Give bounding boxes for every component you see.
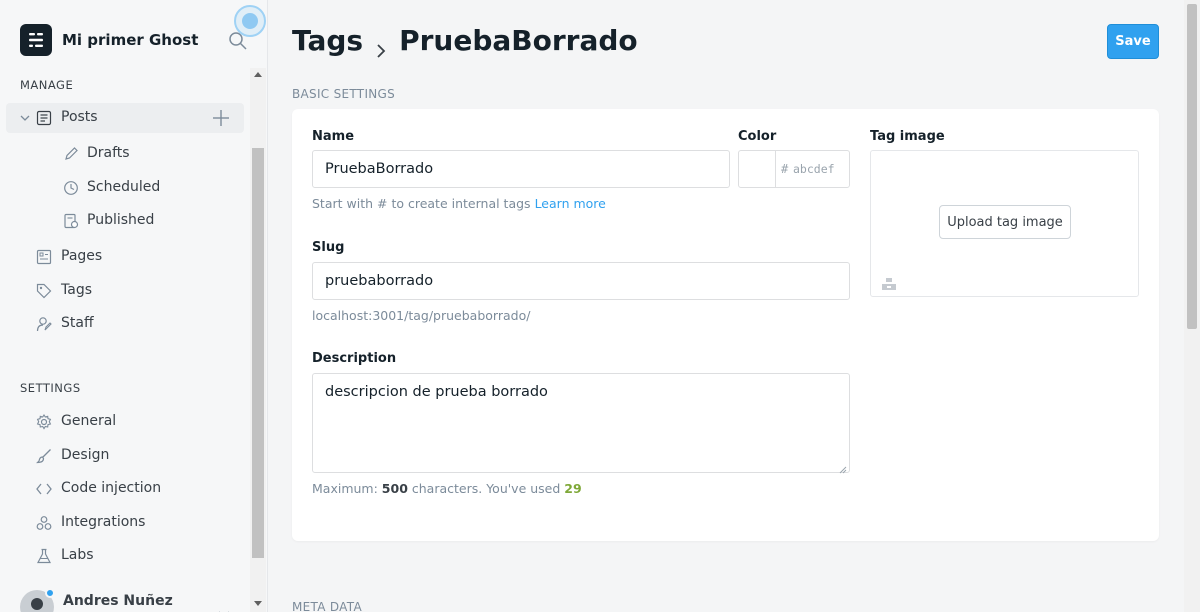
color-swatch[interactable] xyxy=(739,151,776,187)
sidebar-scrollbar[interactable] xyxy=(250,68,266,612)
user-name: Andres Nuñez xyxy=(63,593,173,609)
gear-icon xyxy=(36,413,52,430)
integrations-icon xyxy=(36,515,52,531)
slug-label: Slug xyxy=(312,240,345,255)
sidebar-item-label: Drafts xyxy=(87,145,130,161)
flask-icon xyxy=(36,548,52,564)
clock-icon xyxy=(63,180,79,196)
sidebar-item-label: Design xyxy=(61,447,110,463)
sidebar-item-label: Pages xyxy=(61,248,103,264)
code-icon xyxy=(36,481,52,497)
max-count: 500 xyxy=(381,481,408,496)
sidebar-item-label: Posts xyxy=(61,109,98,125)
pages-icon xyxy=(36,249,52,265)
notification-dot xyxy=(45,588,55,598)
chevron-down-icon[interactable] xyxy=(19,112,31,124)
description-counter: Maximum: 500 characters. You've used 29 xyxy=(312,481,582,496)
sidebar-item-label: Code injection xyxy=(61,480,162,496)
color-label: Color xyxy=(738,129,777,144)
sidebar-item-label: Scheduled xyxy=(87,179,161,195)
sidebar-item-label: Published xyxy=(87,212,155,228)
scroll-up-arrow-icon[interactable] xyxy=(254,72,262,77)
basic-settings-title: BASIC SETTINGS xyxy=(292,87,396,101)
sidebar: Mi primer Ghost MANAGE Posts Drafts Sche… xyxy=(0,0,268,612)
color-field[interactable]: # abcdef xyxy=(738,150,850,188)
max-prefix: Maximum: xyxy=(312,481,378,496)
user-menu[interactable]: Andres Nuñez xyxy=(20,588,229,612)
resize-handle-icon[interactable] xyxy=(839,462,847,474)
slug-url: localhost:3001/tag/pruebaborrado/ xyxy=(312,308,531,323)
color-input[interactable]: abcdef xyxy=(793,162,835,176)
learn-more-link[interactable]: Learn more xyxy=(535,196,606,211)
used-count: 29 xyxy=(564,481,582,496)
description-textarea[interactable]: descripcion de prueba borrado xyxy=(312,373,850,474)
breadcrumb: Tags PruebaBorrado xyxy=(292,24,638,58)
sidebar-item-label: General xyxy=(61,413,117,429)
color-hash: # xyxy=(781,162,789,176)
avatar xyxy=(20,588,55,612)
staff-icon xyxy=(36,316,52,332)
notification-pulse[interactable] xyxy=(234,5,266,37)
description-text: descripcion de prueba borrado xyxy=(325,384,548,400)
page-scrollbar[interactable] xyxy=(1184,0,1200,612)
sidebar-item-label: Labs xyxy=(61,547,94,563)
name-help-text: Start with # to create internal tags xyxy=(312,196,531,211)
name-input[interactable]: PruebaBorrado xyxy=(312,150,730,188)
settings-section-title: SETTINGS xyxy=(20,381,81,395)
upload-tag-image-button[interactable]: Upload tag image xyxy=(939,205,1071,239)
main-content: Tags PruebaBorrado Save BASIC SETTINGS N… xyxy=(268,0,1184,612)
sidebar-item-posts[interactable]: Posts xyxy=(6,103,244,133)
sidebar-item-label: Integrations xyxy=(61,514,146,530)
published-icon xyxy=(63,213,79,229)
scroll-down-arrow-icon[interactable] xyxy=(254,601,262,606)
sidebar-item-drafts[interactable]: Drafts xyxy=(6,139,244,169)
page-title: PruebaBorrado xyxy=(399,24,638,57)
description-label: Description xyxy=(312,351,397,366)
sidebar-item-staff[interactable]: Staff xyxy=(6,309,244,339)
chevron-right-icon xyxy=(373,33,389,58)
name-label: Name xyxy=(312,129,355,144)
brand[interactable]: Mi primer Ghost xyxy=(20,24,198,56)
sidebar-item-code-injection[interactable]: Code injection xyxy=(6,474,244,504)
sidebar-item-labs[interactable]: Labs xyxy=(6,541,244,571)
tag-image-label: Tag image xyxy=(870,129,945,144)
sidebar-item-design[interactable]: Design xyxy=(6,441,244,471)
sidebar-item-tags[interactable]: Tags xyxy=(6,276,244,306)
chevron-down-icon[interactable] xyxy=(218,604,230,612)
manage-section-title: MANAGE xyxy=(20,78,74,92)
page-scroll-thumb[interactable] xyxy=(1187,4,1197,329)
brush-icon xyxy=(36,448,52,464)
sidebar-item-integrations[interactable]: Integrations xyxy=(6,508,244,538)
sidebar-item-general[interactable]: General xyxy=(6,407,244,437)
tag-icon xyxy=(36,283,52,299)
site-title: Mi primer Ghost xyxy=(62,31,199,49)
slug-input[interactable]: pruebaborrado xyxy=(312,262,850,300)
posts-icon xyxy=(36,110,52,126)
sidebar-item-label: Tags xyxy=(61,282,92,298)
tag-image-dropzone[interactable]: Upload tag image xyxy=(870,150,1139,297)
sidebar-item-published[interactable]: Published xyxy=(6,206,244,236)
max-middle: characters. You've used xyxy=(411,481,561,496)
sidebar-item-pages[interactable]: Pages xyxy=(6,242,244,272)
sidebar-scroll-thumb[interactable] xyxy=(252,148,264,558)
ghost-logo-icon xyxy=(20,24,52,56)
basic-settings-card: Name PruebaBorrado Start with # to creat… xyxy=(292,109,1159,541)
meta-data-title: META DATA xyxy=(292,600,362,612)
sidebar-item-label: Staff xyxy=(61,315,94,331)
sidebar-item-scheduled[interactable]: Scheduled xyxy=(6,173,244,203)
new-post-plus-icon[interactable] xyxy=(211,108,231,128)
pencil-icon xyxy=(63,146,79,162)
name-help: Start with # to create internal tags Lea… xyxy=(312,196,606,211)
save-button[interactable]: Save xyxy=(1107,24,1159,59)
breadcrumb-tags-link[interactable]: Tags xyxy=(292,24,363,57)
unsplash-icon[interactable] xyxy=(882,275,896,290)
